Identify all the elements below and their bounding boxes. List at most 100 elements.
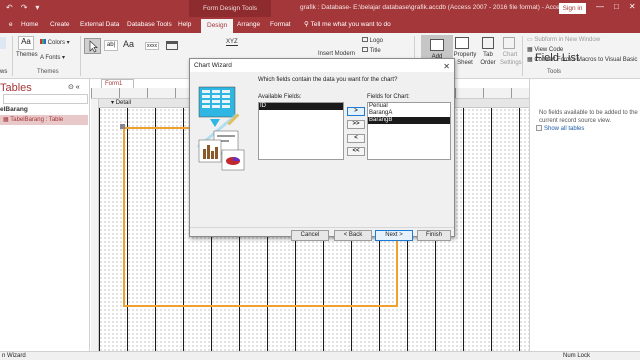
chart-fields-list[interactable]: Periual BarangA BarangB [367, 102, 451, 160]
tell-me-label: Tell me what you want to do [310, 21, 391, 28]
tab-database-tools[interactable]: Database Tools [127, 19, 172, 31]
tab-order-button[interactable]: Tab Order [480, 51, 496, 67]
dialog-title-bar[interactable]: Chart Wizard ✕ [190, 59, 454, 72]
show-all-tables-link[interactable]: Show all tables [544, 126, 584, 132]
tab-help[interactable]: Help [178, 19, 191, 31]
label-control-icon[interactable]: Aa [123, 39, 134, 49]
property-sheet-icon [455, 37, 469, 49]
ribbon-separator [522, 36, 523, 76]
fonts-icon: A [40, 55, 44, 61]
button-control-icon[interactable]: xxxx [145, 42, 159, 50]
vertical-ruler[interactable] [91, 99, 99, 351]
undo-icon[interactable]: ↶ [6, 3, 13, 12]
nav-search-input[interactable] [3, 94, 88, 104]
nav-pane-title[interactable]: Tables [0, 82, 32, 94]
button-separator [190, 227, 454, 228]
status-bar: n Wizard Num Lock [0, 351, 640, 360]
subform-icon: ▭ [527, 37, 533, 43]
available-fields-list[interactable]: ID [258, 102, 344, 160]
convert-icon: ▦ [527, 57, 533, 63]
remove-all-fields-button[interactable]: << [347, 147, 365, 156]
move-handle[interactable] [120, 124, 125, 129]
field-list-pane: Field List No fields available to be add… [529, 52, 640, 351]
textbox-control-icon[interactable]: ab| [104, 40, 118, 51]
quick-access-toolbar: ↶ ↷ ▾ [6, 3, 39, 12]
chart-wizard-illustration-icon [197, 86, 245, 171]
dialog-body: Which fields contain the data you want f… [190, 72, 454, 241]
nav-group-header[interactable]: elBarang [0, 106, 28, 113]
sign-in-button[interactable]: Sign in [559, 3, 586, 14]
wizard-prompt: Which fields contain the data you want f… [258, 77, 398, 83]
list-item[interactable]: BarangA [368, 110, 450, 117]
property-sheet-button[interactable]: Property Sheet [453, 51, 477, 67]
ribbon-separator [80, 36, 81, 76]
group-label-views: ws [0, 69, 8, 75]
view-icon[interactable] [0, 37, 6, 49]
redo-icon[interactable]: ↷ [21, 3, 28, 12]
nav-item-tabelbarang[interactable]: ▦ TabelBarang : Table [0, 115, 88, 125]
navigation-pane: Tables ⊙ « elBarang ▦ TabelBarang : Tabl… [0, 79, 90, 351]
fields-for-chart-label: Fields for Chart: [367, 94, 410, 100]
colors-button[interactable]: Colors ▾ [40, 39, 70, 46]
maximize-icon[interactable]: □ [614, 2, 619, 11]
combo-control-icon[interactable]: XYZ [226, 39, 238, 46]
show-tables-icon [536, 125, 542, 131]
available-fields-label: Available Fields: [258, 94, 302, 100]
list-item[interactable]: BarangB [368, 117, 450, 124]
code-icon: ▦ [527, 47, 533, 53]
tab-home[interactable]: Home [21, 19, 38, 31]
title-icon [362, 47, 368, 52]
nav-collapse-icon[interactable]: ⊙ « [68, 83, 80, 91]
cancel-button[interactable]: Cancel [291, 230, 329, 241]
field-list-icon [430, 39, 444, 51]
themes-icon[interactable]: Aa [18, 36, 34, 50]
logo-button[interactable]: Logo [362, 37, 383, 44]
dialog-title: Chart Wizard [194, 62, 232, 69]
status-numlock: Num Lock [563, 353, 591, 359]
add-field-button[interactable]: > [347, 107, 365, 116]
status-mode: n Wizard [2, 353, 26, 359]
finish-button[interactable]: Finish [417, 230, 451, 241]
field-list-message: No fields available to be added to the c… [539, 110, 638, 124]
chart-settings-icon [503, 37, 515, 49]
tab-format[interactable]: Format [270, 19, 291, 31]
customize-qat-icon[interactable]: ▾ [35, 3, 39, 12]
window-controls: — □ ✕ [596, 2, 636, 11]
lightbulb-icon: ⚲ [304, 21, 311, 28]
remove-field-button[interactable]: < [347, 134, 365, 143]
list-item[interactable]: ID [259, 103, 343, 110]
tab-external-data[interactable]: External Data [80, 19, 119, 31]
field-list-title: Field List [535, 52, 580, 64]
tab-order-icon [482, 37, 494, 49]
close-icon[interactable]: ✕ [629, 2, 636, 11]
group-label-themes: Themes [37, 69, 59, 75]
fonts-button[interactable]: A Fonts ▾ [40, 54, 65, 61]
themes-button[interactable]: Themes [16, 52, 38, 58]
title-button[interactable]: Title [362, 47, 381, 54]
colors-icon [40, 39, 46, 44]
window-title: grafik : Database- E:\belajar database\g… [300, 4, 567, 11]
chart-wizard-dialog: Chart Wizard ✕ Which fields contain the … [189, 58, 455, 241]
tell-me-search[interactable]: ⚲ Tell me what you want to do [304, 19, 391, 31]
back-button[interactable]: < Back [334, 230, 372, 241]
tab-create[interactable]: Create [50, 19, 70, 31]
logo-icon [362, 37, 368, 42]
context-tools-label: Form Design Tools [189, 0, 271, 17]
ribbon-separator [12, 36, 13, 76]
minimize-icon[interactable]: — [596, 2, 604, 11]
tab-file[interactable]: e [9, 19, 13, 31]
title-bar: ↶ ↷ ▾ Form Design Tools grafik : Databas… [0, 0, 640, 17]
ribbon-tabs: e Home Create External Data Database Too… [0, 17, 640, 33]
chart-settings-button[interactable]: Chart Settings [500, 51, 522, 67]
tab-arrange[interactable]: Arrange [237, 19, 260, 31]
tab-design[interactable]: Design [201, 19, 234, 33]
select-pointer-icon[interactable] [84, 38, 101, 54]
next-button[interactable]: Next > [375, 230, 413, 241]
add-all-fields-button[interactable]: >> [347, 120, 365, 129]
group-label-tools: Tools [547, 69, 562, 75]
document-tab-form1[interactable]: Form1 [101, 79, 134, 88]
insert-modern-chart-button[interactable]: Insert Modern [318, 51, 355, 57]
subform-new-window-button[interactable]: ▭ Subform in New Window [527, 36, 600, 43]
tab-control-icon[interactable] [166, 41, 178, 50]
list-item[interactable]: Periual [368, 103, 450, 110]
